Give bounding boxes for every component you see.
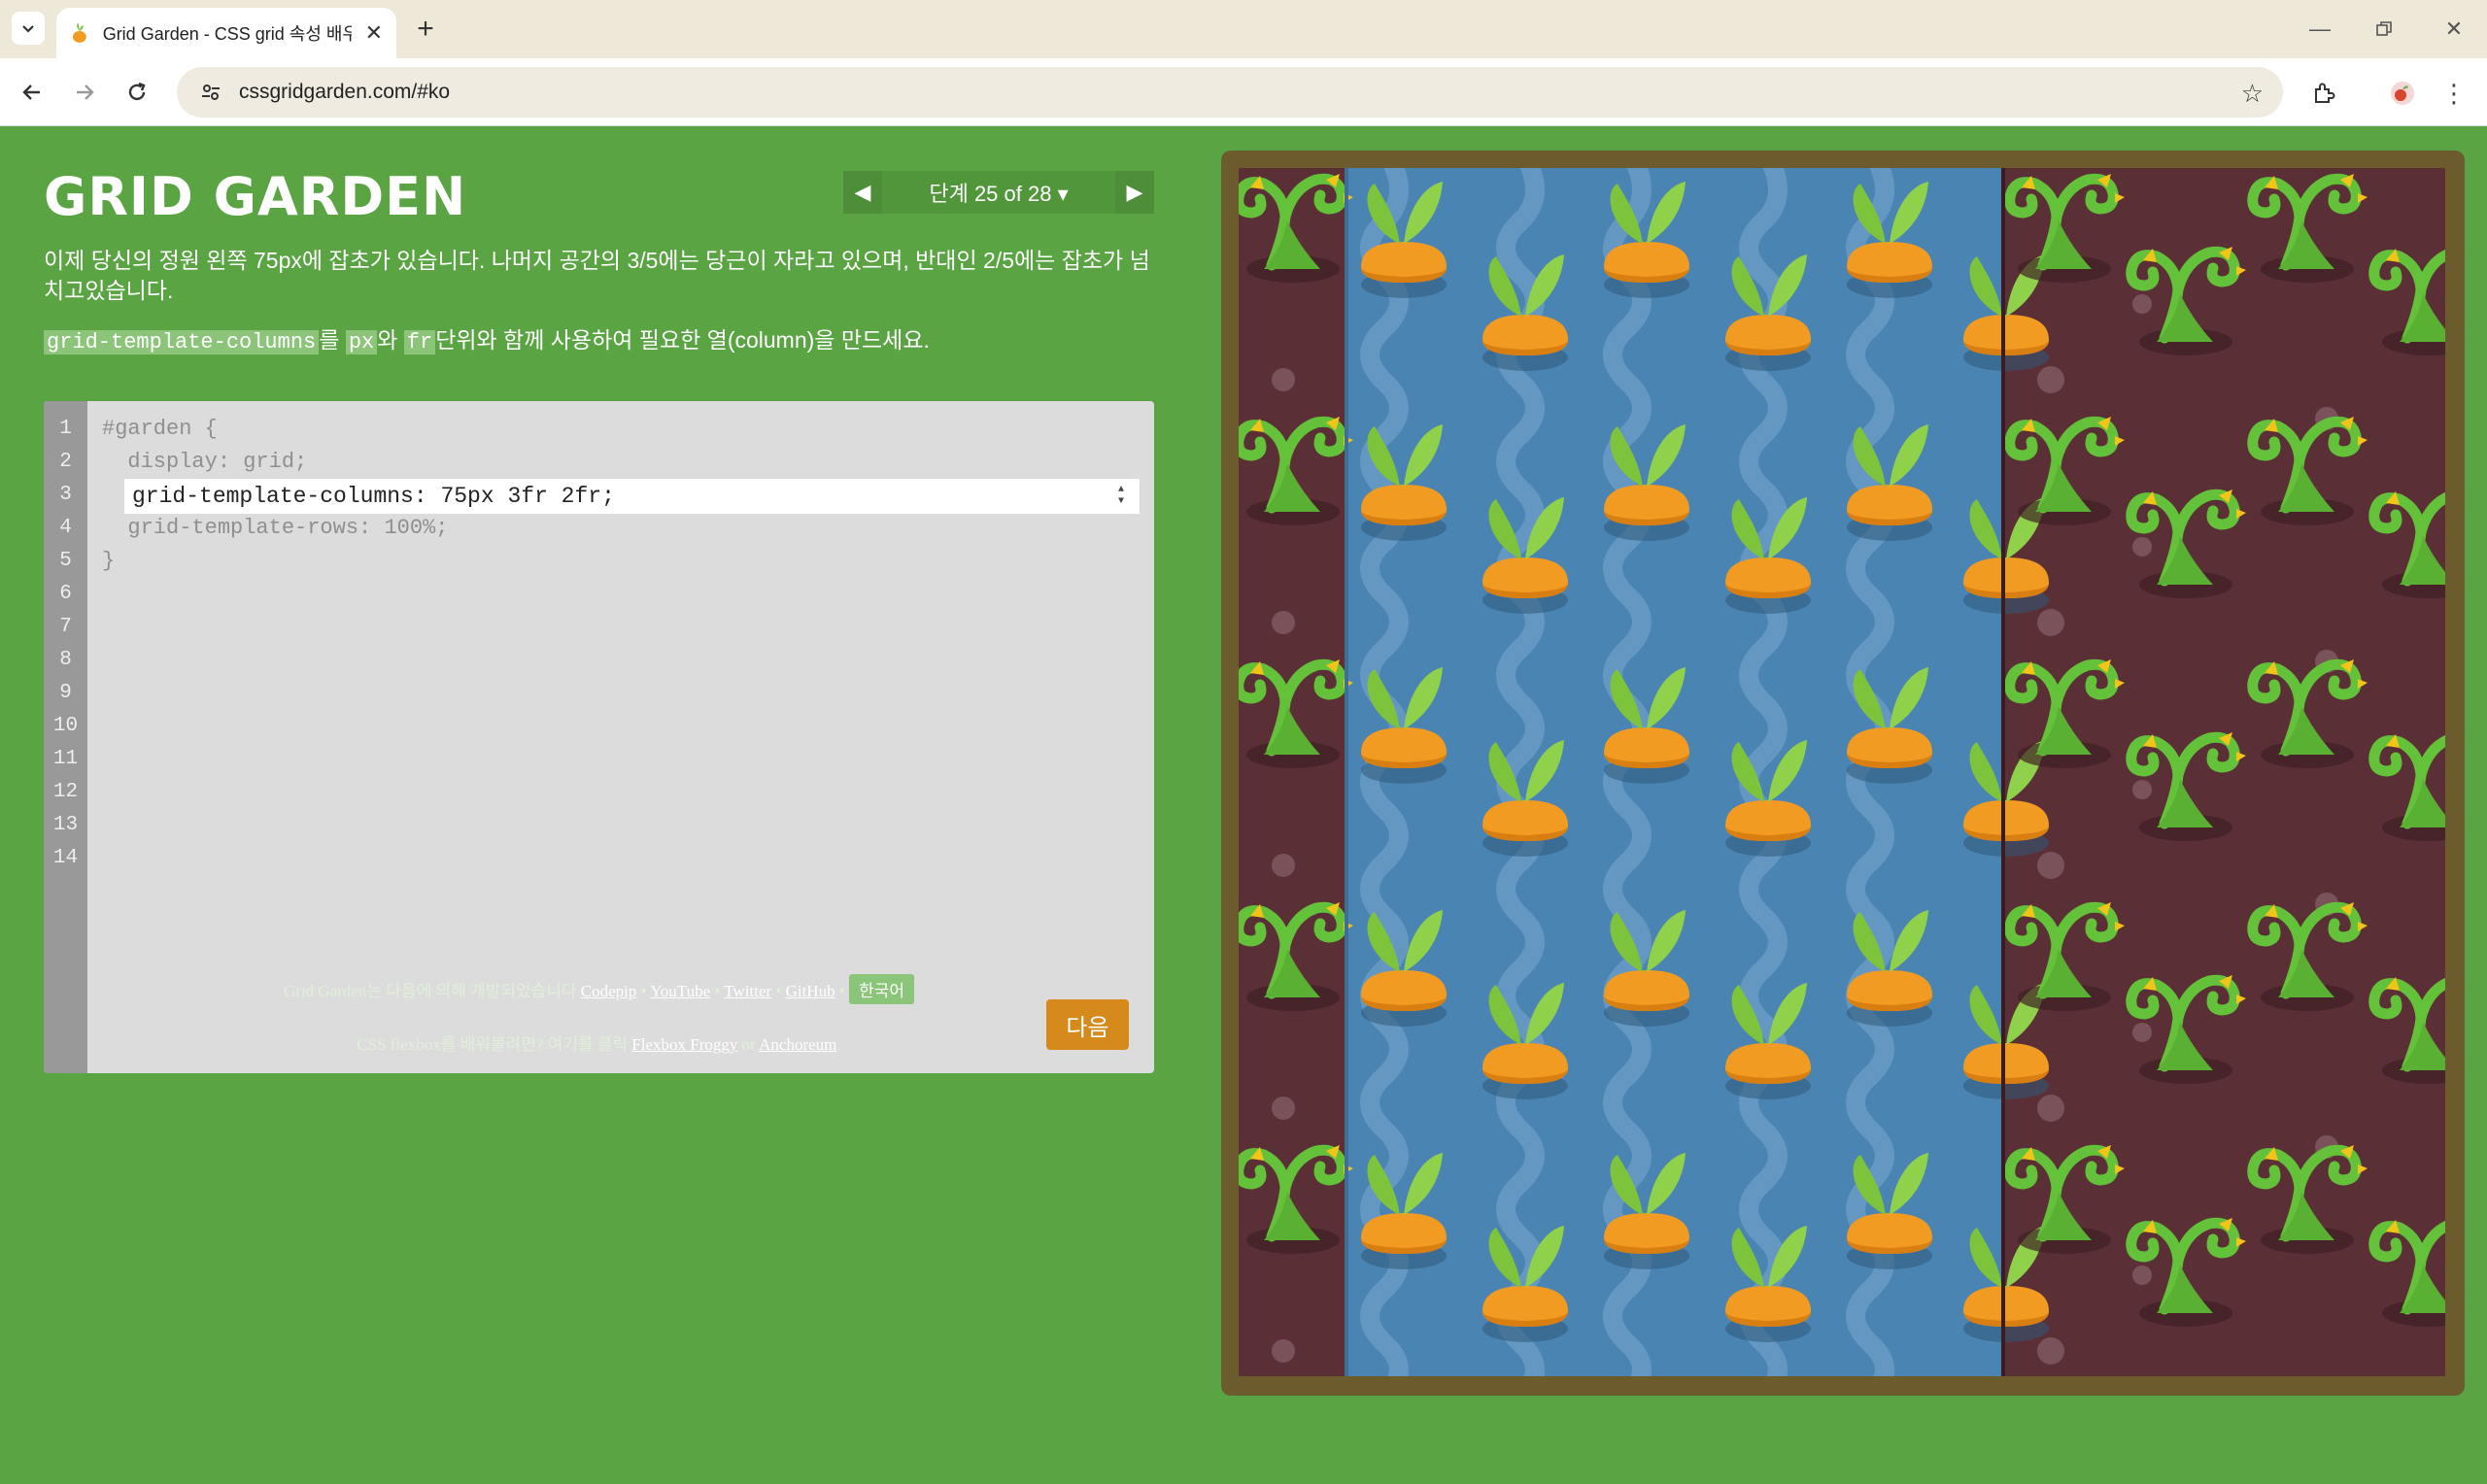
instruction-text: 이제 당신의 정원 왼쪽 75px에 잡초가 있습니다. 나머지 공간의 3/5… xyxy=(44,248,1150,303)
github-link[interactable]: GitHub xyxy=(786,982,835,1000)
column-edge xyxy=(2001,168,2005,1376)
address-bar[interactable]: cssgridgarden.com/#ko ☆ xyxy=(177,67,2283,118)
credits-line: Grid Garden는 다음에 의해 개발되었습니다 Codepip • Yo… xyxy=(44,974,1154,1004)
line-number: 3 xyxy=(59,484,72,506)
tab-title: Grid Garden - CSS grid 속성 배우기 xyxy=(102,24,352,44)
youtube-link[interactable]: YouTube xyxy=(650,982,710,1000)
soil-pebble xyxy=(2132,1023,2152,1042)
line-number: 2 xyxy=(59,451,72,473)
separator: • xyxy=(771,982,786,1000)
code-editor: 1 2 3 4 5 6 7 8 9 10 11 12 13 14 #garden { display: g… xyxy=(44,401,1154,1073)
soil-pebble xyxy=(2037,609,2064,636)
site-settings-icon[interactable] xyxy=(196,78,225,107)
code-line: } xyxy=(102,549,116,573)
soil-pebble xyxy=(2037,1095,2064,1122)
line-number: 9 xyxy=(59,682,72,704)
line-number: 4 xyxy=(59,517,72,539)
close-tab-icon[interactable]: ✕ xyxy=(365,20,383,46)
twitter-link[interactable]: Twitter xyxy=(724,982,771,1000)
line-number: 8 xyxy=(59,649,72,671)
carrot-favicon-icon xyxy=(72,23,86,43)
reload-icon[interactable] xyxy=(119,74,155,111)
hint-text: 와 xyxy=(377,327,404,353)
new-tab-button[interactable]: + xyxy=(408,12,443,47)
css-answer-input[interactable]: grid-template-columns: 75px 3fr 2fr; ▲ ▼ xyxy=(124,479,1140,514)
code-term: px xyxy=(345,330,378,354)
code-term: fr xyxy=(403,330,436,354)
anchoreum-link[interactable]: Anchoreum xyxy=(759,1035,836,1054)
css-answer-value: grid-template-columns: 75px 3fr 2fr; xyxy=(132,484,615,509)
credits-text: Grid Garden는 다음에 의해 개발되었습니다 xyxy=(284,982,581,1000)
soil-pebble xyxy=(2132,1265,2152,1285)
related-text: . xyxy=(836,1035,841,1054)
weed-column-left xyxy=(1239,168,1345,1376)
separator: • xyxy=(710,982,725,1000)
active-tab[interactable]: Grid Garden - CSS grid 속성 배우기 ✕ xyxy=(56,8,396,58)
back-icon[interactable] xyxy=(14,74,51,111)
soil-pebble xyxy=(1272,1096,1295,1120)
chevron-down-icon xyxy=(22,25,34,33)
level-indicator[interactable]: 단계 25 of 28 ▾ xyxy=(882,177,1115,208)
line-number: 10 xyxy=(52,715,79,737)
flexbox-froggy-link[interactable]: Flexbox Froggy xyxy=(631,1035,737,1054)
restore-icon[interactable] xyxy=(2355,10,2413,49)
codepip-link[interactable]: Codepip xyxy=(581,982,637,1000)
code-term: grid-template-columns xyxy=(44,330,320,354)
related-text: or xyxy=(737,1035,760,1054)
line-number: 5 xyxy=(59,550,72,572)
soil-pebble xyxy=(2037,852,2064,879)
line-number: 7 xyxy=(59,616,72,638)
code-line: grid-template-rows: 100%; xyxy=(102,516,449,540)
soil-pebble xyxy=(1272,854,1295,877)
prev-level-button[interactable]: ◀ xyxy=(843,171,882,214)
hint-text: 단위와 함께 사용하여 필요한 열(column)을 만드세요. xyxy=(435,327,930,353)
line-number: 11 xyxy=(52,748,79,770)
related-games-line: CSS flexbox를 배워볼려면? 여기를 클릭 Flexbox Frogg… xyxy=(44,1030,1154,1055)
line-number: 1 xyxy=(59,418,72,440)
garden xyxy=(1239,168,2445,1376)
language-button[interactable]: 한국어 xyxy=(849,974,914,1004)
soil-pebble xyxy=(2132,294,2152,314)
extensions-icon[interactable] xyxy=(2306,76,2341,111)
soil-pebble xyxy=(1272,1339,1295,1363)
instruction-hint: grid-template-columns 를 px 와 fr 단위와 함께 사용하여… xyxy=(44,325,1156,357)
browser-toolbar: cssgridgarden.com/#ko ☆ ⋮ xyxy=(0,58,2487,126)
next-level-button[interactable]: ▶ xyxy=(1115,171,1154,214)
close-window-icon[interactable]: ✕ xyxy=(2425,10,2483,49)
forward-icon[interactable] xyxy=(66,74,103,111)
minimize-icon[interactable]: — xyxy=(2291,10,2349,49)
line-number: 14 xyxy=(52,847,79,869)
column-edge xyxy=(1345,168,1348,1376)
url-text: cssgridgarden.com/#ko xyxy=(239,81,451,103)
line-number: 13 xyxy=(52,814,79,836)
line-number: 12 xyxy=(52,781,79,803)
garden-board xyxy=(1239,168,2445,1376)
profile-avatar-icon[interactable] xyxy=(2385,76,2420,111)
soil-pebble xyxy=(1272,611,1295,634)
tab-bar: Grid Garden - CSS grid 속성 배우기 ✕ + — ✕ xyxy=(0,0,2487,58)
page-content: GRID GARDEN ◀ 단계 25 of 28 ▾ ▶ 이제 당신의 정원 … xyxy=(0,127,2487,1484)
related-text: CSS flexbox를 배워볼려면? 여기를 클릭 xyxy=(357,1035,632,1054)
line-number-gutter: 1 2 3 4 5 6 7 8 9 10 11 12 13 14 xyxy=(44,401,87,1073)
browser-menu-icon[interactable]: ⋮ xyxy=(2436,76,2471,111)
level-navigator: ◀ 단계 25 of 28 ▾ ▶ xyxy=(843,171,1154,214)
hint-text: 를 xyxy=(319,327,346,353)
separator: • xyxy=(636,982,651,1000)
soil-pebble xyxy=(2037,1337,2064,1365)
code-line: display: grid; xyxy=(102,450,308,474)
textarea-resize-arrows[interactable]: ▲ ▼ xyxy=(1112,481,1130,512)
tab-search-button[interactable] xyxy=(12,12,45,45)
soil-pebble xyxy=(2132,537,2152,556)
separator: • xyxy=(835,982,850,1000)
soil-pebble xyxy=(2037,366,2064,393)
bookmark-star-icon[interactable]: ☆ xyxy=(2241,79,2264,109)
line-number: 6 xyxy=(59,583,72,605)
code-line: #garden { xyxy=(102,417,218,441)
soil-pebble xyxy=(2132,780,2152,799)
soil-pebble xyxy=(1272,368,1295,391)
page-title: GRID GARDEN xyxy=(44,166,467,227)
